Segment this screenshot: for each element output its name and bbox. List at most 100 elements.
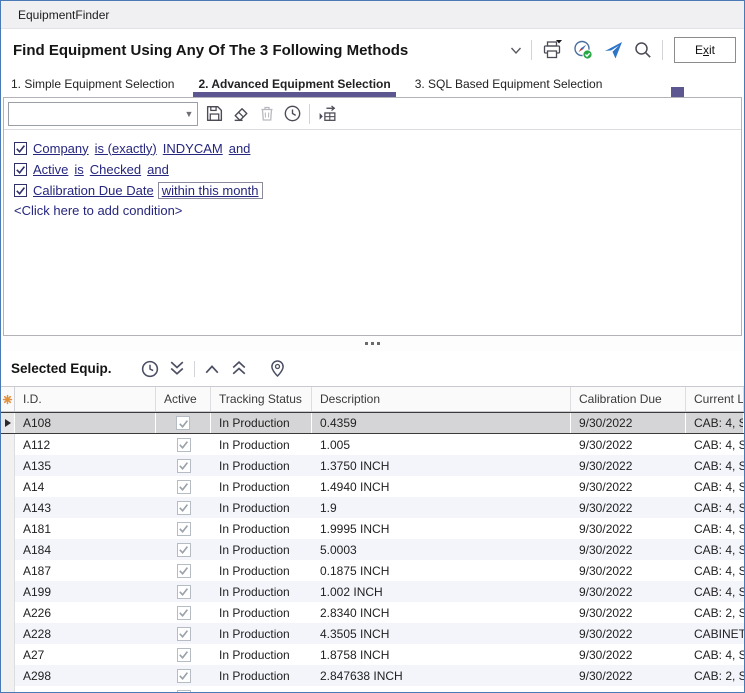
table-row[interactable]: A108In Production0.43599/30/2022CAB: 4, … (1, 412, 744, 434)
active-checkbox[interactable] (176, 416, 190, 430)
cell-id: A112 (15, 434, 156, 455)
splitter-handle[interactable] (1, 336, 744, 351)
cell-id: A298 (15, 665, 156, 686)
move-bottom-icon[interactable] (167, 359, 187, 378)
condition-term[interactable]: is (74, 162, 83, 177)
condition-term[interactable]: Checked (90, 162, 141, 177)
row-selector[interactable] (1, 623, 15, 644)
row-selector[interactable] (1, 455, 15, 476)
active-checkbox[interactable] (177, 501, 191, 515)
eraser-icon[interactable] (231, 104, 251, 123)
delete-icon[interactable] (258, 104, 276, 123)
active-checkbox[interactable] (177, 522, 191, 536)
active-checkbox[interactable] (177, 564, 191, 578)
row-selector[interactable] (1, 581, 15, 602)
table-row[interactable]: A226In Production2.8340 INCH9/30/2022CAB… (1, 602, 744, 623)
condition-term[interactable]: Active (33, 162, 68, 177)
table-row[interactable]: A14In Production1.4940 INCH9/30/2022CAB:… (1, 476, 744, 497)
table-row[interactable]: A199In Production1.002 INCH9/30/2022CAB:… (1, 581, 744, 602)
tab-sql-selection[interactable]: 3. SQL Based Equipment Selection (410, 71, 608, 97)
cell-calibration-due: 9/30/2022 (571, 602, 686, 623)
column-header-calibration-due[interactable]: Calibration Due (571, 387, 686, 411)
active-checkbox[interactable] (177, 459, 191, 473)
table-row[interactable]: A135In Production1.3750 INCH9/30/2022CAB… (1, 455, 744, 476)
table-row[interactable]: A181In Production1.9995 INCH9/30/2022CAB… (1, 518, 744, 539)
section-title: Selected Equip. (11, 361, 112, 376)
table-row[interactable]: A298In Production2.847638 INCH9/30/2022C… (1, 665, 744, 686)
tab-advanced-selection[interactable]: 2. Advanced Equipment Selection (193, 71, 395, 97)
row-selector[interactable] (1, 413, 15, 433)
condition-list: Company is (exactly) INDYCAM and Active is Che… (4, 130, 741, 335)
exit-button[interactable]: Exit (674, 37, 736, 63)
column-header-i-d-[interactable]: I.D. (15, 387, 156, 411)
table-row[interactable]: A184In Production5.00039/30/2022CAB: 4, … (1, 539, 744, 560)
condition-term[interactable]: within this month (158, 182, 263, 199)
active-checkbox[interactable] (177, 627, 191, 641)
cell-current-location: CAB: 4, SH (686, 497, 744, 518)
preset-combobox-input[interactable] (9, 103, 181, 125)
cell-id: A14 (15, 476, 156, 497)
verify-compass-icon[interactable] (572, 39, 594, 61)
row-selector[interactable] (1, 602, 15, 623)
print-icon[interactable] (541, 39, 563, 61)
column-header-current-l[interactable]: Current L (686, 387, 744, 411)
history-icon[interactable] (283, 104, 302, 123)
active-checkbox[interactable] (177, 669, 191, 683)
grid-corner-cell[interactable] (1, 387, 15, 411)
row-selector[interactable] (1, 476, 15, 497)
toolbar-separator (309, 104, 310, 124)
cell-tracking-status: In Production (211, 539, 312, 560)
row-selector[interactable] (1, 539, 15, 560)
active-checkbox[interactable] (177, 480, 191, 494)
column-header-active[interactable]: Active (156, 387, 211, 411)
page-title: Find Equipment Using Any Of The 3 Follow… (13, 42, 510, 59)
condition-checkbox[interactable] (14, 184, 27, 197)
table-row[interactable]: A143In Production1.99/30/2022CAB: 4, SH (1, 497, 744, 518)
condition-term[interactable]: and (147, 162, 169, 177)
tab-simple-selection[interactable]: 1. Simple Equipment Selection (6, 71, 179, 97)
condition-checkbox[interactable] (14, 142, 27, 155)
cell-active (156, 518, 211, 539)
exit-label-part: it (709, 43, 715, 57)
condition-term[interactable]: Company (33, 141, 89, 156)
column-header-description[interactable]: Description (312, 387, 571, 411)
send-icon[interactable] (603, 40, 624, 61)
active-checkbox[interactable] (177, 606, 191, 620)
condition-term[interactable]: and (229, 141, 251, 156)
add-condition-link[interactable]: <Click here to add condition> (14, 203, 741, 218)
table-row[interactable]: A187In Production0.1875 INCH9/30/2022CAB… (1, 560, 744, 581)
table-row[interactable]: A27In Production1.8758 INCH9/30/2022CAB:… (1, 644, 744, 665)
row-selector[interactable] (1, 560, 15, 581)
row-selector[interactable] (1, 665, 15, 686)
active-checkbox[interactable] (177, 438, 191, 452)
table-row[interactable]: A308In Production1.5124 INCH9/30/2022CAB… (1, 686, 744, 692)
condition-term[interactable]: Calibration Due Date (33, 183, 154, 198)
search-icon[interactable] (633, 40, 653, 60)
row-selector[interactable] (1, 497, 15, 518)
save-icon[interactable] (205, 104, 224, 123)
cell-active (156, 476, 211, 497)
chevron-down-icon[interactable] (510, 46, 522, 55)
condition-checkbox[interactable] (14, 163, 27, 176)
active-checkbox[interactable] (177, 585, 191, 599)
move-top-icon[interactable] (229, 359, 249, 378)
run-to-grid-icon[interactable] (317, 104, 338, 123)
active-checkbox[interactable] (177, 690, 191, 693)
preset-combobox[interactable]: ▼ (8, 102, 198, 126)
cell-current-location: CAB: 4, SH (686, 644, 744, 665)
table-row[interactable]: A112In Production1.0059/30/2022CAB: 4, S… (1, 434, 744, 455)
table-row[interactable]: A228In Production4.3505 INCH9/30/2022CAB… (1, 623, 744, 644)
condition-term[interactable]: INDYCAM (163, 141, 223, 156)
active-checkbox[interactable] (177, 648, 191, 662)
row-selector[interactable] (1, 686, 15, 692)
locate-icon[interactable] (268, 358, 287, 379)
move-up-icon[interactable] (202, 360, 222, 377)
condition-term[interactable]: is (exactly) (95, 141, 157, 156)
column-header-tracking-status[interactable]: Tracking Status (211, 387, 312, 411)
combo-dropdown-icon[interactable]: ▼ (181, 109, 197, 119)
row-selector[interactable] (1, 434, 15, 455)
history-icon[interactable] (140, 359, 160, 379)
row-selector[interactable] (1, 518, 15, 539)
row-selector[interactable] (1, 644, 15, 665)
active-checkbox[interactable] (177, 543, 191, 557)
